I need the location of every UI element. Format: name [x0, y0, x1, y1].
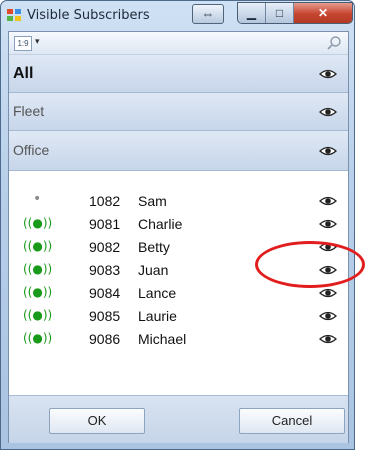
- group-label: Fleet: [13, 103, 45, 119]
- list-item[interactable]: ((●)) 9081 Charlie: [9, 214, 348, 235]
- eye-icon[interactable]: [319, 219, 337, 229]
- close-button[interactable]: ✕: [294, 3, 352, 23]
- subscriber-name: Laurie: [138, 308, 177, 324]
- subscriber-name: Michael: [138, 331, 187, 347]
- eye-icon[interactable]: [319, 69, 337, 79]
- subscriber-id: 9081: [89, 216, 121, 232]
- radio-signal-icon: ((●)): [23, 285, 53, 299]
- resize-icon[interactable]: ⇔: [192, 4, 224, 24]
- radio-signal-icon: ((●)): [23, 331, 53, 345]
- highlight-annotation: [255, 241, 365, 288]
- group-label: All: [13, 65, 34, 82]
- radio-signal-icon: ((●)): [23, 216, 53, 230]
- eye-icon[interactable]: [319, 107, 337, 117]
- subscriber-name: Charlie: [138, 216, 183, 232]
- client-area: 1:9 ▾ All Fleet Office • 1082 Sam ((●)) …: [8, 31, 349, 443]
- radio-signal-icon: ((●)): [23, 308, 53, 322]
- idle-status-icon: •: [33, 191, 42, 207]
- dialog-footer: OK Cancel: [9, 395, 348, 443]
- list-item[interactable]: • 1082 Sam: [9, 191, 348, 212]
- minimize-button[interactable]: ▁: [238, 3, 266, 23]
- group-fleet[interactable]: Fleet: [9, 93, 348, 131]
- search-icon[interactable]: [326, 35, 342, 51]
- group-label: Office: [13, 142, 50, 158]
- radio-signal-icon: ((●)): [23, 239, 53, 253]
- list-item[interactable]: ((●)) 9085 Laurie: [9, 306, 348, 327]
- eye-icon[interactable]: [319, 288, 337, 298]
- window-frame: Visible Subscribers ⇔ ▁ □ ✕ 1:9 ▾ All Fl…: [0, 0, 355, 450]
- subscriber-id: 9083: [89, 262, 121, 278]
- app-icon: [7, 9, 23, 23]
- visible-subscribers-window: Visible Subscribers ⇔ ▁ □ ✕ 1:9 ▾ All Fl…: [0, 0, 370, 450]
- subscriber-id: 1082: [89, 193, 121, 209]
- subscriber-name: Sam: [138, 193, 167, 209]
- subscriber-id: 9085: [89, 308, 121, 324]
- subscriber-name: Juan: [138, 262, 169, 278]
- subscriber-id: 9082: [89, 239, 121, 255]
- subscriber-id: 9084: [89, 285, 121, 301]
- cancel-button[interactable]: Cancel: [239, 408, 345, 434]
- radio-signal-icon: ((●)): [23, 262, 53, 276]
- subscriber-id: 9086: [89, 331, 121, 347]
- eye-icon[interactable]: [319, 146, 337, 156]
- window-controls: ▁ □ ✕: [237, 2, 353, 24]
- list-item[interactable]: ((●)) 9086 Michael: [9, 329, 348, 350]
- title-bar[interactable]: Visible Subscribers ⇔ ▁ □ ✕: [1, 1, 356, 31]
- group-all[interactable]: All: [9, 55, 348, 93]
- eye-icon[interactable]: [319, 311, 337, 321]
- subscriber-name: Betty: [138, 239, 170, 255]
- maximize-button[interactable]: □: [266, 3, 294, 23]
- chevron-down-icon[interactable]: ▾: [35, 36, 40, 47]
- subscriber-name: Lance: [138, 285, 177, 301]
- window-title: Visible Subscribers: [27, 8, 150, 23]
- ok-button[interactable]: OK: [49, 408, 145, 434]
- sort-icon[interactable]: 1:9: [14, 36, 32, 51]
- eye-icon[interactable]: [319, 334, 337, 344]
- eye-icon[interactable]: [319, 196, 337, 206]
- toolbar: 1:9 ▾: [9, 32, 348, 55]
- group-office[interactable]: Office: [9, 131, 348, 171]
